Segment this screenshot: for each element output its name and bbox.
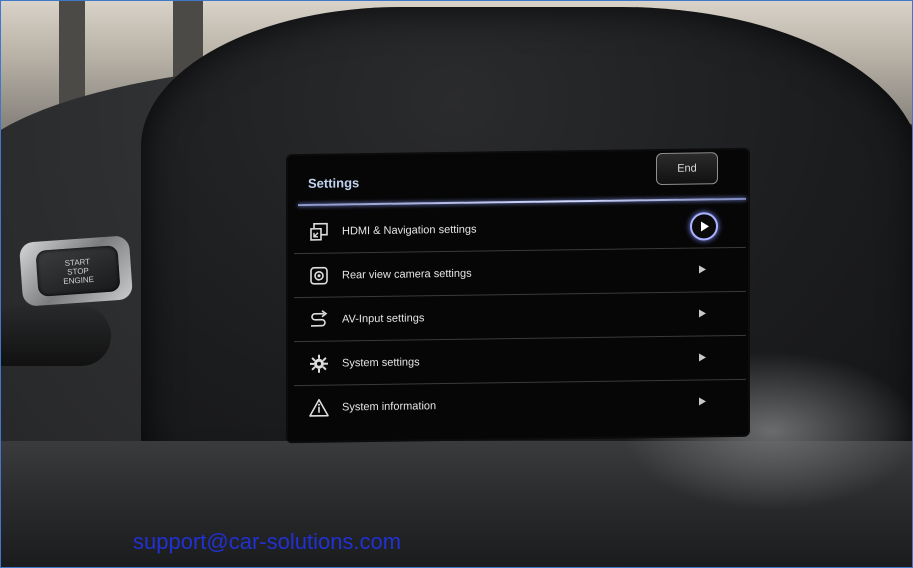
chevron-right-selected-icon[interactable]	[690, 212, 718, 241]
list-item-rear-camera[interactable]: Rear view camera settings	[294, 247, 746, 299]
support-email-watermark: support@car-solutions.com	[133, 529, 402, 554]
end-button[interactable]: End	[656, 152, 718, 186]
list-item-label: System information	[342, 399, 437, 413]
infotainment-screen: Settings End HDMI & Navigation settings …	[288, 149, 748, 442]
hdmi-icon	[308, 220, 330, 242]
chevron-right-icon	[699, 309, 706, 318]
settings-list: HDMI & Navigation settings Rear view cam…	[294, 203, 746, 429]
chevron-right-icon	[699, 265, 706, 274]
key-slot	[1, 306, 111, 366]
chevron-right-icon	[699, 353, 706, 362]
list-item-hdmi-navigation[interactable]: HDMI & Navigation settings	[294, 203, 746, 255]
gear-icon	[308, 352, 330, 374]
list-item-label: System settings	[342, 355, 420, 369]
start-stop-button[interactable]: START STOP ENGINE	[35, 245, 121, 297]
warning-info-icon	[308, 396, 330, 418]
list-item-label: AV-Input settings	[342, 311, 425, 325]
av-input-icon	[308, 308, 330, 330]
chevron-right-icon	[699, 397, 706, 406]
list-item-label: HDMI & Navigation settings	[342, 223, 477, 237]
list-item-system-information[interactable]: System information	[294, 380, 746, 429]
camera-icon	[308, 264, 330, 286]
list-item-system-settings[interactable]: System settings	[294, 335, 746, 387]
list-item-label: Rear view camera settings	[342, 267, 472, 281]
list-item-av-input[interactable]: AV-Input settings	[294, 291, 746, 343]
page-title: Settings	[308, 175, 360, 191]
photo-frame: START STOP ENGINE Settings End HDMI & Na…	[0, 0, 913, 568]
screen-header: Settings End	[288, 150, 748, 207]
